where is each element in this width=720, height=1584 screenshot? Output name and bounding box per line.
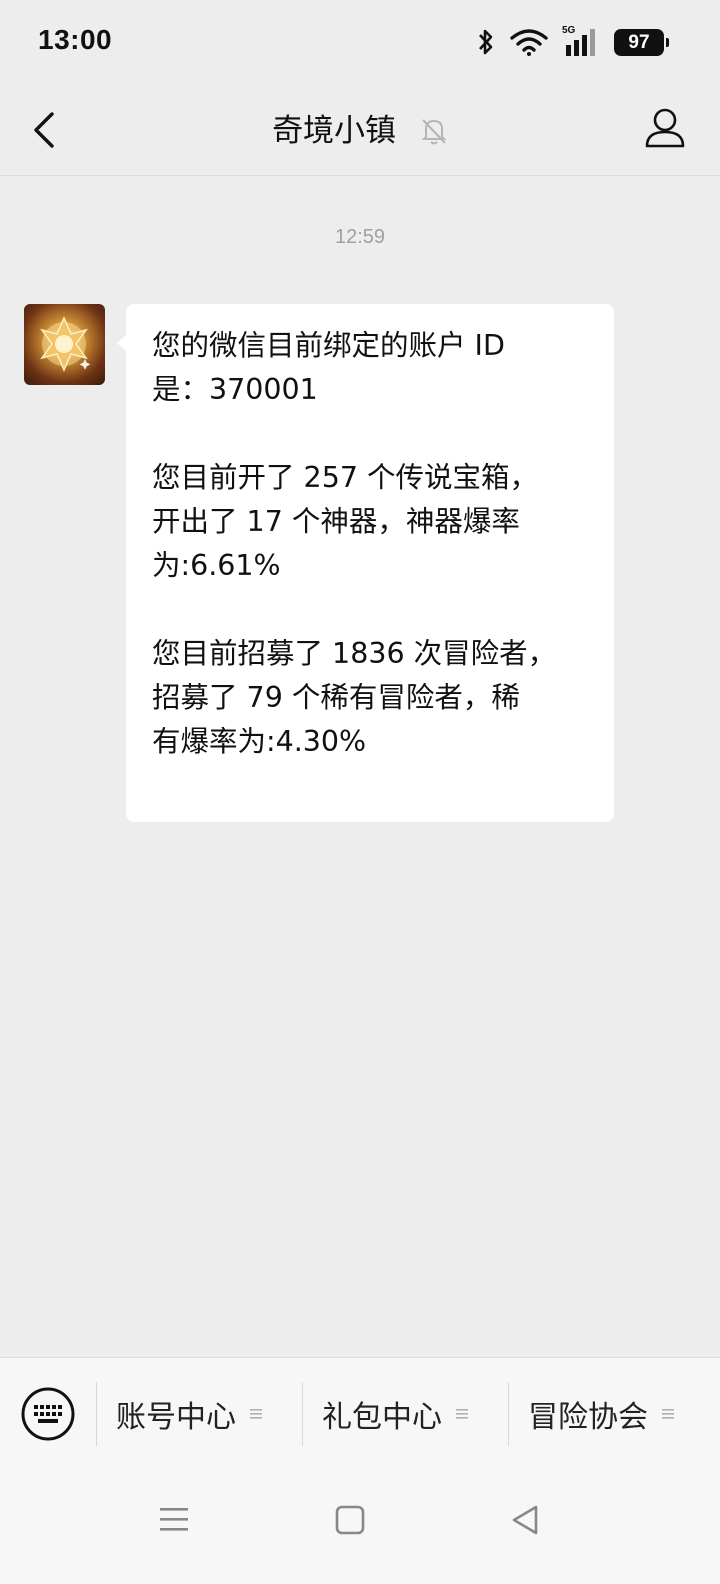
chat-header: 奇境小镇	[0, 84, 720, 176]
official-account-menu: 账号中心 礼包中心 冒险协会	[0, 1357, 720, 1470]
message-paragraph-recruit: 您目前招募了 1836 次冒险者， 招募了 79 个稀有冒险者，稀 有爆率为:4…	[152, 637, 557, 758]
keyboard-icon[interactable]	[20, 1386, 76, 1442]
menu-divider	[508, 1382, 509, 1446]
emblem-icon	[40, 316, 91, 372]
menu-item-adventure-guild[interactable]: 冒险协会	[528, 1382, 674, 1446]
back-nav-icon[interactable]	[508, 1502, 544, 1538]
menu-item-label: 礼包中心	[322, 1400, 442, 1435]
chat-title: 奇境小镇	[272, 112, 397, 149]
sender-avatar[interactable]	[24, 304, 105, 385]
menu-divider	[302, 1382, 303, 1446]
submenu-lines-icon	[662, 1409, 674, 1419]
mute-bell-icon	[421, 118, 447, 144]
home-icon[interactable]	[332, 1502, 368, 1538]
signal-icon: 5G	[562, 25, 600, 57]
bluetooth-icon	[479, 29, 493, 55]
status-time: 13:00	[38, 24, 113, 55]
message-bubble[interactable]: 您的微信目前绑定的账户 ID 是：370001 您目前开了 257 个传说宝箱，…	[117, 304, 614, 822]
menu-divider	[96, 1382, 97, 1446]
chat-title-group: 奇境小镇	[0, 104, 720, 154]
submenu-lines-icon	[250, 1409, 262, 1419]
message-timestamp: 12:59	[334, 226, 386, 248]
message-paragraph-account: 您的微信目前绑定的账户 ID 是：370001	[152, 329, 505, 406]
menu-item-label: 账号中心	[116, 1400, 236, 1435]
menu-item-label: 冒险协会	[528, 1400, 648, 1435]
status-icons: 5G 97	[462, 25, 669, 58]
profile-icon[interactable]	[640, 104, 690, 154]
system-navigation-bar	[0, 1470, 720, 1584]
submenu-lines-icon	[456, 1409, 468, 1419]
recent-apps-icon[interactable]	[156, 1502, 192, 1538]
battery-icon: 97	[614, 28, 669, 56]
message-paragraph-chests: 您目前开了 257 个传说宝箱， 开出了 17 个神器，神器爆率 为:6.61%	[152, 461, 539, 582]
menu-item-gift-center[interactable]: 礼包中心	[322, 1382, 468, 1446]
menu-item-account-center[interactable]: 账号中心	[116, 1382, 262, 1446]
wifi-icon	[510, 29, 548, 56]
status-bar: 13:00 5G 97	[0, 0, 720, 84]
